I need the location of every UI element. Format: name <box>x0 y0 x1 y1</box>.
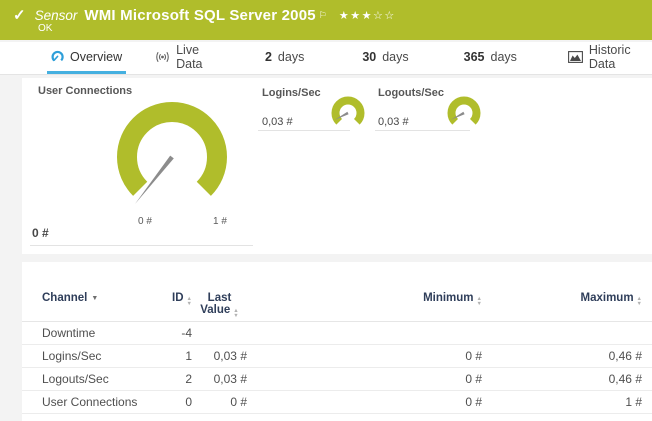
tab-label: Overview <box>70 50 122 64</box>
sensor-status-text: OK <box>38 23 52 34</box>
logins-gauge <box>328 92 368 132</box>
divider <box>258 130 350 131</box>
sort-descending-icon: ▼ <box>91 295 98 302</box>
channel-table-panel: Channel▼ ID▲▼ Last Value▲▼ Minimum▲▼ Max… <box>22 262 652 421</box>
tab-label: days <box>382 50 408 64</box>
column-header-minimum[interactable]: Minimum▲▼ <box>247 292 482 306</box>
column-label: Maximum <box>581 292 634 304</box>
area-chart-icon <box>568 51 583 63</box>
channel-name: Logins/Sec <box>42 349 162 363</box>
last-value: 0 # <box>192 395 247 409</box>
logouts-gauge <box>444 92 484 132</box>
sensor-status-bar: ✓ Sensor WMI Microsoft SQL Server 2005 ⚐… <box>0 0 652 40</box>
tab-365-days[interactable]: 365 days <box>460 42 521 74</box>
channel-name: Logouts/Sec <box>42 372 162 386</box>
tab-overview[interactable]: Overview <box>47 42 126 74</box>
column-header-maximum[interactable]: Maximum▲▼ <box>482 292 642 306</box>
table-row-downtime[interactable]: Downtime -4 <box>22 322 652 345</box>
status-check-icon: ✓ <box>13 6 26 24</box>
sort-both-icon: ▲▼ <box>233 309 238 318</box>
gauge-scale-max: 1 # <box>205 216 235 227</box>
divider <box>375 130 470 131</box>
tab-label: days <box>491 50 517 64</box>
sensor-title: WMI Microsoft SQL Server 2005 <box>84 7 315 24</box>
user-connections-gauge <box>107 90 237 230</box>
maximum-value: 0,46 # <box>482 372 642 386</box>
column-label: Last Value <box>200 292 231 316</box>
column-header-id[interactable]: ID▲▼ <box>162 292 192 306</box>
column-label: Channel <box>42 292 87 304</box>
column-header-last-value[interactable]: Last Value▲▼ <box>192 292 247 318</box>
primary-gauge-value: 0 # <box>32 226 49 240</box>
maximum-value: 1 # <box>482 395 642 409</box>
tab-number: 30 <box>362 50 376 64</box>
table-row-user-connections[interactable]: User Connections 0 0 # 0 # 1 # <box>22 391 652 414</box>
tab-bar: Overview Live Data 2 days 30 days 365 da… <box>0 42 652 75</box>
table-row-logouts-sec[interactable]: Logouts/Sec 2 0,03 # 0 # 0,46 # <box>22 368 652 391</box>
maximum-value: 0,46 # <box>482 349 642 363</box>
flag-icon[interactable]: ⚐ <box>319 10 327 21</box>
logins-gauge-title: Logins/Sec <box>262 87 321 99</box>
tab-historic-data[interactable]: Historic Data <box>564 42 652 74</box>
sort-both-icon: ▲▼ <box>637 297 642 306</box>
gauge-scale-min: 0 # <box>130 216 160 227</box>
divider <box>30 245 253 246</box>
table-row-logins-sec[interactable]: Logins/Sec 1 0,03 # 0 # 0,46 # <box>22 345 652 368</box>
priority-stars[interactable]: ★★★☆☆ <box>339 9 396 22</box>
minimum-value: 0 # <box>247 372 482 386</box>
object-kind-label: Sensor <box>35 8 78 23</box>
channel-id: -4 <box>162 326 192 340</box>
minimum-value: 0 # <box>247 395 482 409</box>
tab-2-days[interactable]: 2 days <box>261 42 308 74</box>
tab-live-data[interactable]: Live Data <box>151 42 223 74</box>
logouts-gauge-title: Logouts/Sec <box>378 87 444 99</box>
channel-id: 1 <box>162 349 192 363</box>
column-header-channel[interactable]: Channel ▼ <box>42 292 162 304</box>
minimum-value: 0 # <box>247 349 482 363</box>
last-value: 0,03 # <box>192 372 247 386</box>
logouts-gauge-value: 0,03 # <box>378 116 409 128</box>
column-label: ID <box>172 292 184 304</box>
tab-label: days <box>278 50 304 64</box>
tab-number: 2 <box>265 50 272 64</box>
channel-name: Downtime <box>42 326 162 340</box>
channel-table-header: Channel▼ ID▲▼ Last Value▲▼ Minimum▲▼ Max… <box>22 262 652 322</box>
broadcast-icon <box>155 51 170 63</box>
overview-gauges-panel: User Connections 0 # 1 # 0 # Logins/Sec … <box>22 78 652 254</box>
tab-label: Live Data <box>176 43 219 71</box>
gauge-icon <box>51 50 64 63</box>
channel-id: 2 <box>162 372 192 386</box>
tab-number: 365 <box>464 50 485 64</box>
channel-name: User Connections <box>42 395 162 409</box>
tab-30-days[interactable]: 30 days <box>358 42 412 74</box>
tab-label: Historic Data <box>589 43 648 71</box>
logins-gauge-value: 0,03 # <box>262 116 293 128</box>
column-label: Minimum <box>423 292 473 304</box>
last-value: 0,03 # <box>192 349 247 363</box>
channel-id: 0 <box>162 395 192 409</box>
